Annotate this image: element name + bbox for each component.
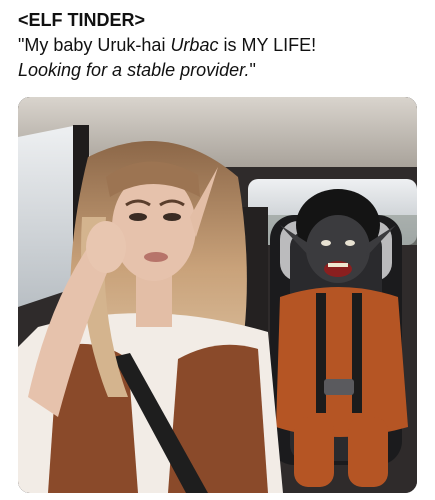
caption-quote-line: "My baby Uruk-hai Urbac is MY LIFE! xyxy=(18,33,423,58)
post-title: <ELF TINDER> xyxy=(18,10,146,30)
caption-quote-prefix: "My baby Uruk-hai xyxy=(18,35,171,55)
elf-lips xyxy=(144,252,168,262)
caption-subline-quote: " xyxy=(249,60,256,80)
harness-left xyxy=(316,293,326,413)
harness-right xyxy=(352,293,362,413)
uruk-leg-right xyxy=(348,417,388,487)
elf-eye-right xyxy=(163,213,181,221)
caption-subline-text: Looking for a stable provider. xyxy=(18,60,250,80)
post-caption: <ELF TINDER> "My baby Uruk-hai Urbac is … xyxy=(18,8,423,83)
uruk-teeth xyxy=(328,263,348,267)
caption-quote-suffix: is MY LIFE! xyxy=(218,35,317,55)
elf-hand xyxy=(86,221,126,273)
uruk-eye-right xyxy=(345,240,355,246)
harness-buckle xyxy=(324,379,354,395)
car-photo-illustration xyxy=(18,97,417,493)
post-image[interactable] xyxy=(18,97,417,493)
caption-quote-name: Urbac xyxy=(170,35,219,55)
caption-subline: Looking for a stable provider." xyxy=(18,58,423,83)
uruk-outfit xyxy=(276,287,408,437)
uruk-leg-left xyxy=(294,417,334,487)
elf-eye-left xyxy=(129,213,147,221)
uruk-eye-left xyxy=(321,240,331,246)
